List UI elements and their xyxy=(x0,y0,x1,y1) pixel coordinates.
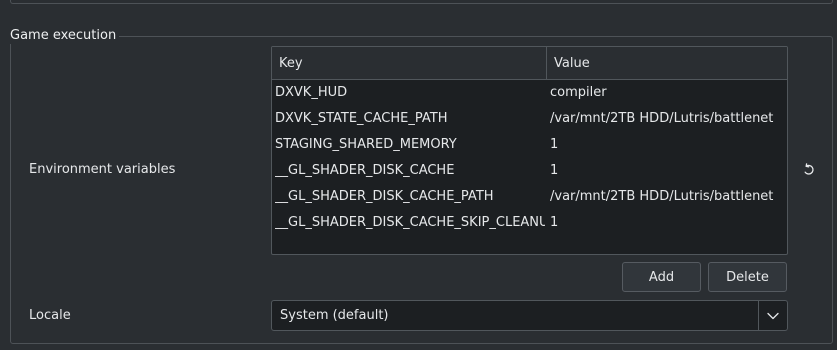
table-row[interactable]: STAGING_SHARED_MEMORY 1 xyxy=(272,132,787,158)
combo-divider xyxy=(758,301,759,330)
chevron-down-icon[interactable] xyxy=(766,310,780,322)
env-key-cell[interactable]: __GL_SHADER_DISK_CACHE_PATH xyxy=(275,184,545,210)
table-row[interactable]: DXVK_STATE_CACHE_PATH /var/mnt/2TB HDD/L… xyxy=(272,106,787,132)
table-row[interactable]: __GL_SHADER_DISK_CACHE_PATH /var/mnt/2TB… xyxy=(272,184,787,210)
reset-icon[interactable] xyxy=(802,163,816,177)
table-row[interactable]: __GL_SHADER_DISK_CACHE_SKIP_CLEANUP 1 xyxy=(272,210,787,236)
delete-button[interactable]: Delete xyxy=(708,262,787,292)
env-key-cell[interactable]: __GL_SHADER_DISK_CACHE_SKIP_CLEANUP xyxy=(275,210,545,236)
previous-group-frame xyxy=(10,0,833,4)
env-value-cell[interactable]: 1 xyxy=(550,132,782,158)
environment-variables-label: Environment variables xyxy=(29,162,176,177)
table-body: DXVK_HUD compiler DXVK_STATE_CACHE_PATH … xyxy=(272,80,787,236)
env-value-cell[interactable]: /var/mnt/2TB HDD/Lutris/battlenet xyxy=(550,184,782,210)
env-value-cell[interactable]: 1 xyxy=(550,158,782,184)
env-key-cell[interactable]: DXVK_STATE_CACHE_PATH xyxy=(275,106,545,132)
env-value-cell[interactable]: 1 xyxy=(550,210,782,236)
locale-label: Locale xyxy=(29,308,71,323)
add-button[interactable]: Add xyxy=(622,262,701,292)
env-value-cell[interactable]: /var/mnt/2TB HDD/Lutris/battlenet xyxy=(550,106,782,132)
table-row[interactable]: DXVK_HUD compiler xyxy=(272,80,787,106)
locale-select[interactable]: System (default) xyxy=(271,300,788,331)
env-value-cell[interactable]: compiler xyxy=(550,80,782,106)
env-key-cell[interactable]: __GL_SHADER_DISK_CACHE xyxy=(275,158,545,184)
column-header-value[interactable]: Value xyxy=(547,47,787,79)
game-options-panel: Game execution Environment variables Key… xyxy=(0,0,837,350)
env-key-cell[interactable]: STAGING_SHARED_MEMORY xyxy=(275,132,545,158)
column-header-key[interactable]: Key xyxy=(272,47,547,79)
environment-variables-table[interactable]: Key Value DXVK_HUD compiler DXVK_STATE_C… xyxy=(271,46,788,255)
group-title: Game execution xyxy=(7,28,120,44)
locale-selected-value: System (default) xyxy=(280,308,389,323)
table-row[interactable]: __GL_SHADER_DISK_CACHE 1 xyxy=(272,158,787,184)
table-header: Key Value xyxy=(272,47,787,80)
env-key-cell[interactable]: DXVK_HUD xyxy=(275,80,545,106)
